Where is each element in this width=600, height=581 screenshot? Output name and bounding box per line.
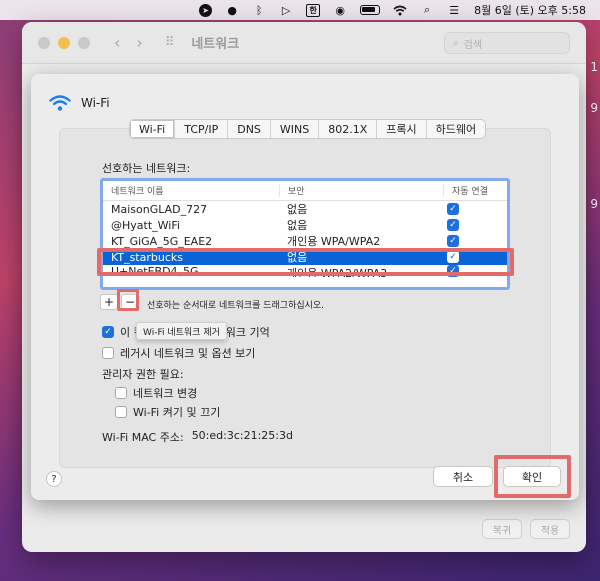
search-icon: ⌕	[453, 37, 459, 49]
tab-proxy[interactable]: 프록시	[377, 120, 427, 138]
tab-hardware[interactable]: 하드웨어	[427, 120, 485, 138]
tab-dns[interactable]: DNS	[228, 120, 271, 138]
network-security: 개인용 WPA/WPA2	[287, 235, 381, 248]
play-circle-icon[interactable]: ▷	[279, 3, 293, 17]
column-header-auto-join[interactable]: 자동 연결	[443, 184, 507, 197]
network-name: @Hyatt_WiFi	[111, 218, 180, 232]
tab-wifi[interactable]: Wi-Fi	[130, 120, 176, 138]
tab-8021x[interactable]: 802.1X	[319, 120, 378, 138]
network-security: 없음	[287, 219, 308, 232]
auto-join-checkbox[interactable]: ✓	[447, 235, 459, 247]
tab-bar: Wi-Fi TCP/IP DNS WINS 802.1X 프록시 하드웨어	[129, 119, 487, 139]
show-all-grid-icon[interactable]: ⠿	[165, 35, 176, 50]
control-center-icon[interactable]: ☰	[447, 3, 461, 17]
sheet-header: Wi-Fi	[49, 94, 110, 112]
remember-networks-label-end: 워크 기억	[225, 326, 270, 339]
sheet-title: Wi-Fi	[81, 96, 110, 110]
search-field[interactable]: ⌕ 검색	[444, 32, 570, 54]
help-button[interactable]: ?	[46, 471, 62, 487]
menu-clock[interactable]: 8월 6일 (토) 오후 5:58	[474, 2, 586, 18]
admin-wifi-toggle-label: Wi-Fi 켜기 및 끄기	[133, 406, 221, 419]
back-arrow-icon[interactable]: ‹	[114, 33, 120, 52]
tab-wins[interactable]: WINS	[271, 120, 320, 138]
highlight-remove-button	[117, 289, 139, 311]
side-number: 1	[590, 60, 598, 74]
admin-change-network-checkbox[interactable]	[115, 387, 127, 399]
mac-address: Wi-Fi MAC 주소: 50:ed:3c:21:25:3d	[102, 429, 293, 445]
legacy-networks-label: 레거시 네트워크 및 옵션 보기	[120, 347, 256, 360]
admin-change-network-label: 네트워크 변경	[133, 387, 198, 400]
location-arrow-icon[interactable]: ➤	[199, 3, 213, 17]
admin-wifi-toggle-option[interactable]: Wi-Fi 켜기 및 끄기	[115, 404, 220, 420]
cancel-button[interactable]: 취소	[433, 466, 493, 487]
apply-button[interactable]: 적용	[530, 519, 570, 539]
side-number: 9	[590, 101, 598, 115]
add-network-button[interactable]: +	[100, 294, 118, 310]
remove-network-tooltip: Wi-Fi 네트워크 제거	[136, 322, 227, 340]
network-name: MaisonGLAD_727	[111, 202, 208, 216]
legacy-networks-option[interactable]: 레거시 네트워크 및 옵션 보기	[102, 345, 255, 361]
auto-join-checkbox[interactable]: ✓	[447, 203, 459, 215]
mac-address-label: Wi-Fi MAC 주소:	[102, 431, 184, 444]
message-bubble-icon[interactable]: ●	[225, 3, 239, 17]
wifi-icon	[49, 94, 71, 112]
bluetooth-icon[interactable]: ᛒ	[252, 3, 266, 17]
wifi-advanced-sheet: Wi-Fi Wi-Fi TCP/IP DNS WINS 802.1X 프록시 하…	[31, 74, 579, 500]
admin-wifi-toggle-checkbox[interactable]	[115, 406, 127, 418]
side-number: 9	[590, 197, 598, 211]
column-header-name[interactable]: 네트워크 이름	[103, 184, 279, 197]
table-row[interactable]: KT_GiGA_5G_EAE2 개인용 WPA/WPA2 ✓	[103, 233, 507, 249]
zoom-window-button[interactable]	[78, 36, 90, 49]
remember-networks-checkbox[interactable]: ✓	[102, 326, 114, 338]
admin-required-label: 관리자 권한 필요:	[102, 368, 184, 381]
tab-tcpip[interactable]: TCP/IP	[175, 120, 229, 138]
menu-bar: ➤ ● ᛒ ▷ 한 ◉ ⌕ ☰ 8월 6일 (토) 오후 5:58	[0, 0, 600, 20]
table-row[interactable]: @Hyatt_WiFi 없음 ✓	[103, 217, 507, 233]
column-header-security[interactable]: 보안	[279, 184, 443, 197]
search-icon[interactable]: ⌕	[420, 3, 434, 17]
table-header: 네트워크 이름 보안 자동 연결	[103, 181, 507, 201]
search-placeholder: 검색	[463, 39, 483, 51]
drag-order-hint: 선호하는 순서대로 네트워크를 드래그하십시오.	[147, 301, 325, 311]
admin-change-network-option[interactable]: 네트워크 변경	[115, 385, 197, 401]
preferred-networks-label: 선호하는 네트워크:	[102, 162, 191, 175]
highlight-ok-button	[494, 455, 571, 498]
wifi-status-icon[interactable]	[393, 3, 407, 17]
mac-address-value: 50:ed:3c:21:25:3d	[191, 429, 293, 442]
close-window-button[interactable]	[38, 36, 50, 49]
window-title: 네트워크	[191, 37, 240, 52]
battery-icon[interactable]	[360, 5, 381, 15]
table-row[interactable]: MaisonGLAD_727 없음 ✓	[103, 201, 507, 217]
minimize-window-button[interactable]	[58, 36, 70, 49]
network-security: 없음	[287, 203, 308, 216]
user-circle-icon[interactable]: ◉	[333, 3, 347, 17]
forward-arrow-icon[interactable]: ›	[136, 33, 142, 52]
highlight-selected-row	[97, 248, 514, 276]
revert-button[interactable]: 복귀	[482, 519, 522, 539]
network-name: KT_GiGA_5G_EAE2	[111, 234, 213, 248]
legacy-networks-checkbox[interactable]	[102, 347, 114, 359]
input-method-icon[interactable]: 한	[306, 3, 321, 17]
auto-join-checkbox[interactable]: ✓	[447, 219, 459, 231]
